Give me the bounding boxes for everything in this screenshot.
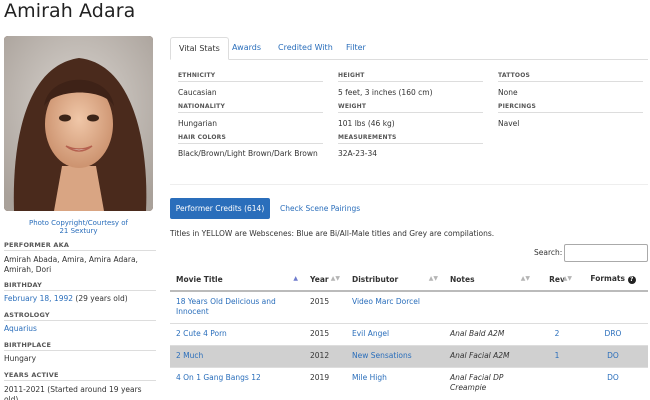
- aka-label: PERFORMER AKA: [4, 241, 156, 251]
- birthday-value: February 18, 1992 (29 years old): [4, 294, 156, 304]
- notes-cell: Anal Facial A2M: [444, 344, 536, 367]
- page-title: Amirah Adara: [4, 0, 136, 22]
- height-label: HEIGHT: [338, 72, 483, 82]
- column-rev[interactable]: Rev ▲▼: [536, 268, 578, 292]
- sort-asc-icon: ▲: [293, 275, 298, 282]
- height-value: 5 feet, 3 inches (160 cm): [338, 88, 433, 97]
- search-input[interactable]: [564, 244, 648, 262]
- birthday-link[interactable]: February 18, 1992: [4, 294, 73, 303]
- formats-link[interactable]: DO: [607, 351, 619, 360]
- piercings-label: PIERCINGS: [498, 103, 643, 113]
- piercings-value: Navel: [498, 119, 520, 128]
- birthday-age: (29 years old): [75, 294, 128, 303]
- performer-photo-image: [4, 36, 153, 211]
- weight-value: 101 lbs (46 kg): [338, 119, 395, 128]
- ethnicity-label: ETHNICITY: [178, 72, 323, 82]
- movie-title-link[interactable]: 4 On 1 Gang Bangs 12: [176, 373, 261, 382]
- movie-title-link[interactable]: 2 Much: [176, 351, 203, 360]
- sort-icon: ▲▼: [428, 275, 438, 282]
- distributor-link[interactable]: New Sensations: [352, 351, 412, 360]
- table-row: 18 Years Old Delicious and Innocent 2015…: [170, 290, 648, 323]
- hair-value: Black/Brown/Light Brown/Dark Brown: [178, 149, 318, 158]
- performer-credits-button[interactable]: Performer Credits (614): [170, 198, 270, 219]
- column-year[interactable]: Year ▲▼: [304, 268, 346, 292]
- movie-title-link[interactable]: 2 Cute 4 Porn: [176, 329, 227, 338]
- tab-vital-stats[interactable]: Vital Stats: [170, 37, 229, 60]
- birthplace-value: Hungary: [4, 354, 37, 363]
- sort-icon: ▲▼: [520, 275, 530, 282]
- column-notes[interactable]: Notes ▲▼: [444, 268, 536, 292]
- column-distributor[interactable]: Distributor ▲▼: [346, 268, 444, 292]
- help-icon[interactable]: ?: [627, 276, 636, 284]
- notes-cell: Anal Bald A2M: [444, 322, 536, 345]
- formats-link[interactable]: DRO: [605, 329, 622, 338]
- color-legend-note: Titles in YELLOW are Webscenes: Blue are…: [170, 229, 495, 238]
- year-cell: 2012: [304, 344, 346, 367]
- table-row: 4 On 1 Gang Bangs 12 2019 Mile High Anal…: [170, 366, 648, 397]
- notes-cell: [444, 290, 536, 323]
- birthplace-label: BIRTHPLACE: [4, 341, 156, 351]
- section-divider: [170, 184, 648, 185]
- distributor-link[interactable]: Evil Angel: [352, 329, 389, 338]
- years-active-value: 2011-2021 (Started around 19 years old): [4, 385, 142, 400]
- column-formats[interactable]: Formats ?: [578, 268, 648, 292]
- tab-filter[interactable]: Filter: [338, 37, 374, 60]
- table-row: 2 Much 2012 New Sensations Anal Facial A…: [170, 344, 648, 367]
- year-cell: 2019: [304, 366, 346, 397]
- tab-credited-with[interactable]: Credited With: [270, 37, 341, 60]
- rev-link[interactable]: 1: [555, 351, 560, 360]
- hair-label: HAIR COLORS: [178, 134, 323, 144]
- photo-credit[interactable]: Photo Copyright/Courtesy of 21 Sextury: [4, 219, 153, 235]
- sort-icon: ▲▼: [562, 275, 572, 282]
- distributor-link[interactable]: Video Marc Dorcel: [352, 297, 420, 306]
- nationality-label: NATIONALITY: [178, 103, 323, 113]
- table-row: 2 Cute 4 Porn 2015 Evil Angel Anal Bald …: [170, 322, 648, 345]
- stats-tabs: Vital Stats Awards Credited With Filter: [170, 37, 648, 60]
- column-movie-title[interactable]: Movie Title ▲: [170, 268, 304, 292]
- years-active-label: YEARS ACTIVE: [4, 371, 156, 381]
- sort-icon: ▲▼: [330, 275, 340, 282]
- year-cell: 2015: [304, 290, 346, 323]
- measurements-value: 32A-23-34: [338, 149, 378, 158]
- distributor-link[interactable]: Mile High: [352, 373, 387, 382]
- tattoos-label: TATTOOS: [498, 72, 643, 82]
- movie-title-link[interactable]: 18 Years Old Delicious and Innocent: [176, 297, 276, 316]
- weight-label: WEIGHT: [338, 103, 483, 113]
- notes-cell: Anal Facial DP Creampie: [444, 366, 536, 397]
- astrology-link[interactable]: Aquarius: [4, 324, 37, 333]
- rev-link[interactable]: 2: [555, 329, 560, 338]
- tab-awards[interactable]: Awards: [224, 37, 269, 60]
- search-label: Search:: [534, 248, 563, 257]
- scene-pairings-link[interactable]: Check Scene Pairings: [280, 198, 360, 219]
- aka-value: Amirah Abada, Amira, Amira Adara, Amirah…: [4, 255, 138, 274]
- credits-table: Movie Title ▲ Year ▲▼ Distributor ▲▼ Notes ▲…: [170, 268, 648, 397]
- tattoos-value: None: [498, 88, 518, 97]
- birthday-label: BIRTHDAY: [4, 281, 156, 291]
- astrology-value: Aquarius: [4, 324, 156, 334]
- formats-link[interactable]: DO: [607, 373, 619, 382]
- year-cell: 2015: [304, 322, 346, 345]
- astrology-label: ASTROLOGY: [4, 311, 156, 321]
- measurements-label: MEASUREMENTS: [338, 134, 483, 144]
- ethnicity-value: Caucasian: [178, 88, 217, 97]
- performer-photo[interactable]: [4, 36, 153, 211]
- nationality-value: Hungarian: [178, 119, 218, 128]
